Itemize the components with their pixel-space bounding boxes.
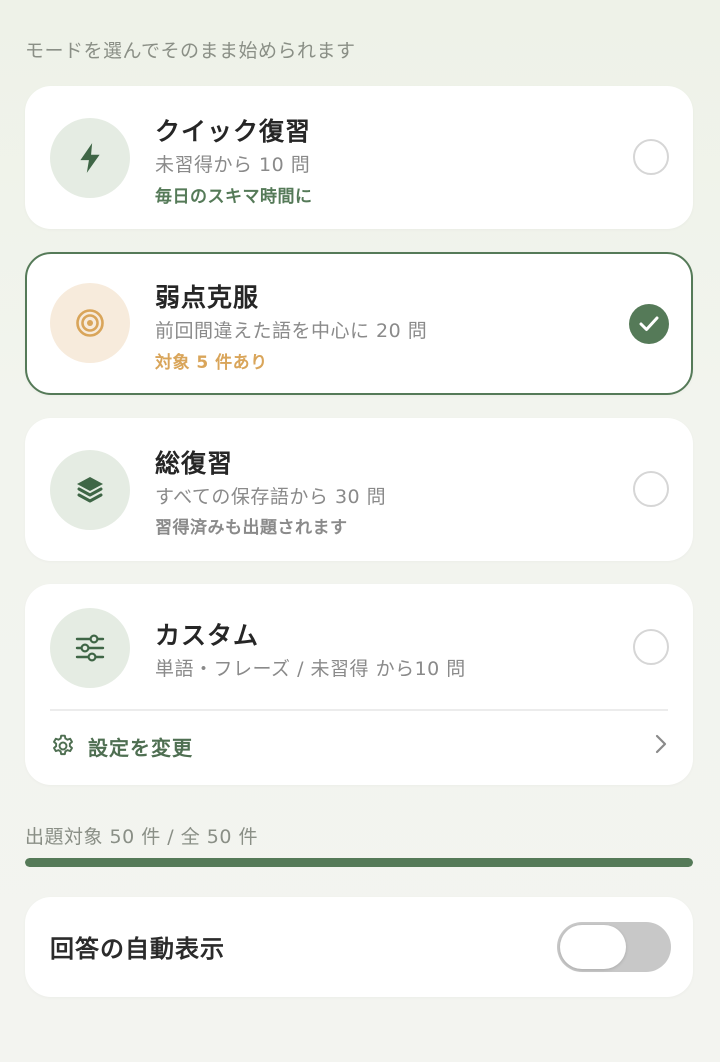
mode-description: すべての保存語から 30 問 (155, 486, 387, 508)
progress-fill (25, 858, 693, 867)
mode-radio[interactable] (633, 629, 669, 665)
mode-title: クイック復習 (155, 117, 312, 146)
mode-radio[interactable] (633, 471, 669, 507)
mode-radio[interactable] (633, 139, 669, 175)
mode-icon-bg (50, 118, 130, 198)
toggle-knob (560, 925, 626, 969)
mode-icon-bg (50, 450, 130, 530)
mode-note: 対象 5 件あり (155, 353, 268, 373)
mode-card-quick[interactable]: クイック復習 未習得から 10 問 毎日のスキマ時間に (25, 86, 693, 229)
mode-card-custom[interactable]: カスタム 単語・フレーズ / 未習得 から10 問 設定を変更 (25, 584, 693, 785)
change-settings-row[interactable]: 設定を変更 (50, 721, 668, 771)
card-divider (50, 709, 668, 711)
mode-icon-bg (50, 608, 130, 688)
mode-title: カスタム (155, 621, 260, 650)
mode-card-weakness[interactable]: 弱点克服 前回間違えた語を中心に 20 問 対象 5 件あり (25, 252, 693, 395)
chevron-right-icon (655, 734, 667, 754)
auto-show-label: 回答の自動表示 (50, 935, 225, 963)
mode-card-full[interactable]: 総復習 すべての保存語から 30 問 習得済みも出題されます (25, 418, 693, 561)
mode-title: 総復習 (155, 449, 234, 478)
page-subtitle: モードを選んでそのまま始められます (25, 40, 356, 62)
change-settings-label: 設定を変更 (88, 735, 193, 760)
gear-icon (53, 734, 73, 756)
mode-description: 前回間違えた語を中心に 20 問 (155, 320, 428, 342)
mode-description: 未習得から 10 問 (155, 154, 311, 176)
layers-icon (77, 477, 103, 503)
checkmark-icon (639, 316, 659, 331)
mode-note: 習得済みも出題されます (155, 518, 348, 538)
auto-show-toggle[interactable] (557, 922, 671, 972)
mode-note: 毎日のスキマ時間に (155, 187, 313, 207)
mode-icon-bg (50, 283, 130, 363)
target-icon (76, 309, 104, 337)
lightning-icon (80, 143, 100, 173)
mode-description: 単語・フレーズ / 未習得 から10 問 (155, 658, 466, 680)
question-count-text: 出題対象 50 件 / 全 50 件 (25, 826, 258, 848)
auto-show-card: 回答の自動表示 (25, 897, 693, 997)
sliders-icon (75, 634, 105, 662)
mode-title: 弱点克服 (155, 283, 260, 312)
question-count-progress (25, 858, 693, 867)
mode-radio-checked[interactable] (629, 304, 669, 344)
